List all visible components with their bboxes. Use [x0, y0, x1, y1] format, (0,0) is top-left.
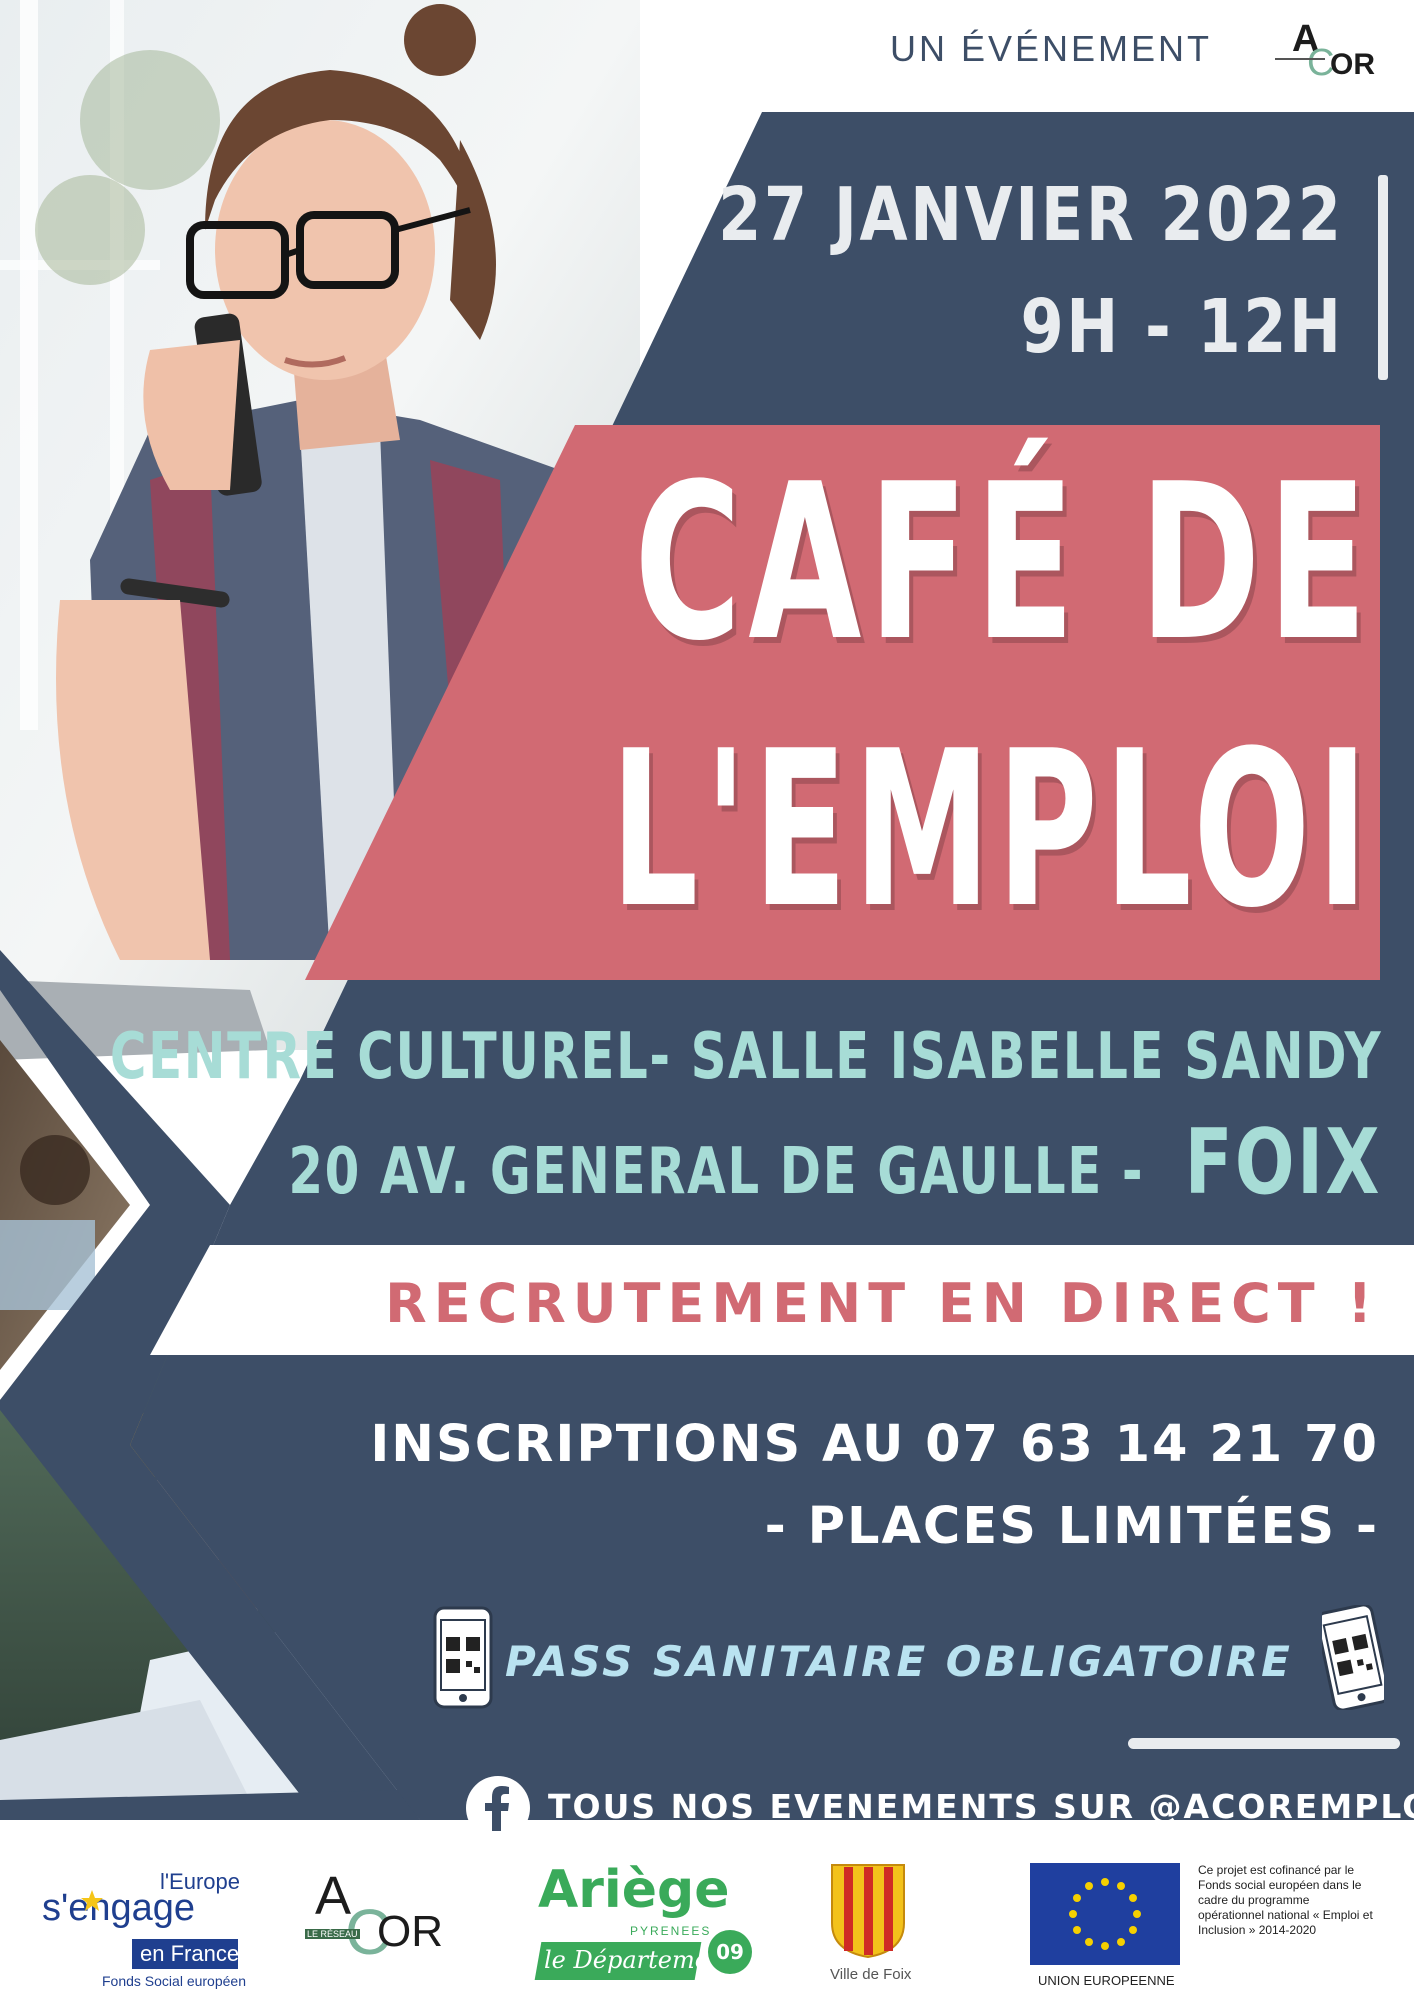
event-date: 27 JANVIER 2022	[718, 172, 1344, 258]
eu-flag-icon	[1030, 1863, 1180, 1965]
organizer-prefix: UN ÉVÉNEMENT	[890, 28, 1213, 69]
city: FOIX	[1184, 1110, 1382, 1215]
star-icon	[81, 1890, 103, 1911]
registration-limited: - PLACES LIMITÉES -	[764, 1497, 1379, 1556]
health-pass-text: PASS SANITAIRE OBLIGATOIRE	[505, 1637, 1293, 1686]
social-text[interactable]: TOUS NOS EVENEMENTS SUR @ACOREMPLOI	[548, 1787, 1414, 1826]
acor-footer-logo: A C OR LE RÉSEAU	[305, 1866, 443, 1968]
title-line-1: CAFÉ DE	[634, 437, 1374, 688]
phone-qr-icon-left	[433, 1606, 493, 1709]
ariege-logo: Ariège PYRENEES le Département 09	[530, 1860, 760, 1995]
eu-logo: UNION EUROPEENNE	[1030, 1863, 1180, 1993]
eu-cofinance-note: Ce projet est cofinancé par le Fonds soc…	[1198, 1863, 1373, 1937]
banner-text: RECRUTEMENT EN DIRECT !	[385, 1272, 1379, 1335]
address: 20 AV. GENERAL DE GAULLE -	[288, 1135, 1145, 1209]
acor-header-logo: A C OR	[1275, 18, 1385, 88]
venue: CENTRE CULTUREL- SALLE ISABELLE SANDY	[109, 1020, 1382, 1094]
registration-phone: INSCRIPTIONS AU 07 63 14 21 70	[370, 1415, 1379, 1474]
foix-logo: Ville de Foix	[820, 1863, 920, 1993]
phone-qr-icon-right	[1322, 1605, 1384, 1710]
event-time: 9H - 12H	[1020, 284, 1344, 370]
title-line-2: L'EMPLOI	[610, 704, 1374, 955]
footer: l'Europe s'engage en France Fonds Social…	[0, 1855, 1414, 2000]
address-line: 20 AV. GENERAL DE GAULLE - FOIX	[47, 1110, 1382, 1215]
facebook-icon[interactable]	[465, 1775, 531, 1841]
date-accent-bar	[1378, 175, 1388, 380]
engage-s: s'	[42, 1887, 69, 1929]
poster: UN ÉVÉNEMENT A C OR 27 JANVIER 2022 9H -…	[0, 0, 1414, 2000]
social-divider	[1128, 1738, 1400, 1749]
foix-coat-of-arms-icon	[831, 1864, 905, 1958]
europe-engage-logo: l'Europe s'engage en France Fonds Social…	[42, 1869, 246, 1989]
